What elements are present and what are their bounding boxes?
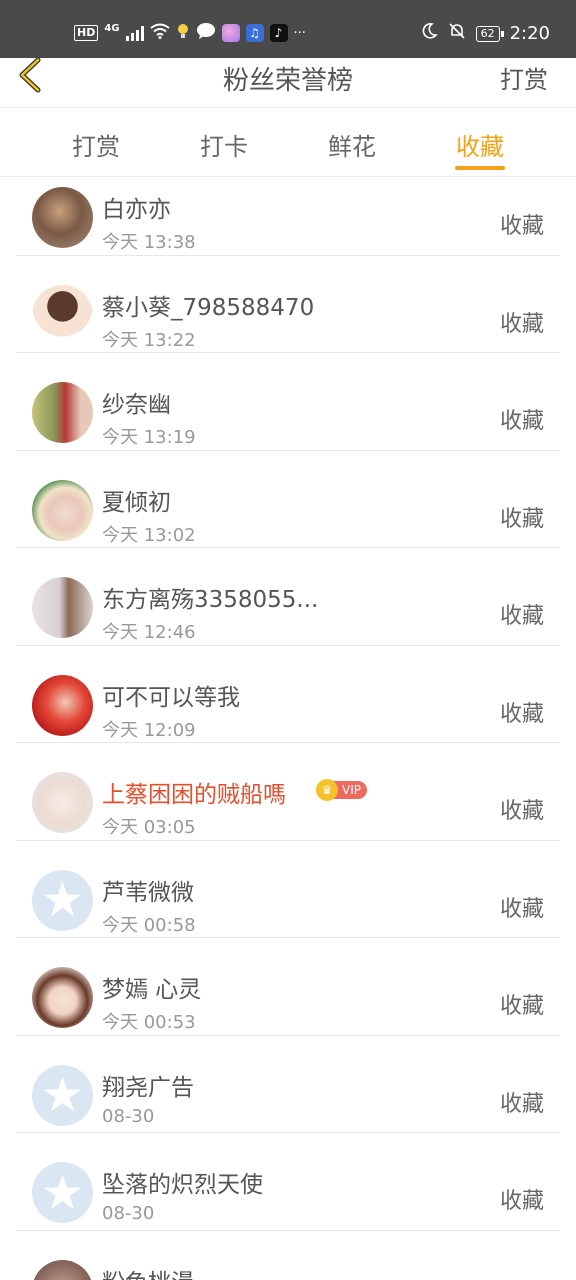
list-item[interactable]: 东方离殇3358055... 今天 12:46 收藏	[16, 548, 560, 646]
music-icon: ♫	[245, 24, 264, 42]
action-label: 收藏	[499, 896, 544, 922]
action-label: 收藏	[499, 214, 544, 239]
crown-icon: ♛	[316, 779, 338, 801]
list-item[interactable]: 上蔡困困的贼船嗎 ♛ VIP 今天 03:05 收藏	[16, 743, 560, 841]
user-name: 粉色桃漫	[102, 1263, 194, 1280]
chat-bubble-icon	[196, 22, 216, 44]
default-avatar-icon: ★	[32, 869, 93, 931]
avatar	[32, 284, 93, 346]
user-name: 东方离殇3358055...	[102, 587, 319, 613]
active-tab-indicator	[455, 166, 505, 170]
list-item[interactable]: 蔡小葵_798588470 今天 13:22 收藏	[16, 256, 560, 353]
favorite-time: 今天 12:46	[102, 622, 196, 643]
user-name: 蔡小葵_798588470	[102, 294, 315, 321]
tab-checkin[interactable]: 打卡	[184, 127, 264, 162]
page-title: 粉丝荣誉榜	[222, 66, 353, 96]
favorite-time: 今天 13:19	[102, 427, 196, 448]
tab-favorites[interactable]: 收藏	[440, 127, 520, 162]
app-header: 粉丝荣誉榜 打赏	[0, 57, 576, 108]
list-item[interactable]: 粉色桃漫 收藏	[16, 1231, 560, 1280]
bell-muted-icon	[448, 22, 466, 45]
avatar	[32, 382, 93, 443]
tab-tip[interactable]: 打赏	[56, 127, 136, 162]
action-label: 收藏	[499, 311, 544, 337]
user-name: 纱奈幽	[102, 392, 171, 418]
avatar	[32, 772, 93, 833]
list-item[interactable]: ★ 翔尧广告 08-30 收藏	[16, 1036, 560, 1133]
list-item[interactable]: ★ 芦苇微微 今天 00:58 收藏	[16, 841, 560, 938]
avatar	[32, 577, 93, 638]
tab-flowers[interactable]: 鲜花	[312, 127, 392, 162]
avatar	[32, 479, 93, 541]
app-icon-gallery	[221, 24, 240, 42]
action-label: 收藏	[499, 1189, 544, 1214]
favorite-time: 今天 13:38	[102, 232, 196, 253]
list-item[interactable]: 白亦亦 今天 13:38 收藏	[16, 178, 560, 256]
user-name: 坠落的炽烈天使	[102, 1172, 263, 1198]
user-name: 上蔡困困的贼船嗎	[102, 782, 286, 808]
clock: 2:20	[509, 23, 550, 44]
avatar	[32, 187, 93, 248]
list-item[interactable]: 可不可以等我 今天 12:09 收藏	[16, 646, 560, 743]
status-left-icons: HD 4G ♫ ♪ ···	[74, 22, 306, 44]
favorite-time: 08-30	[102, 1105, 155, 1127]
lightbulb-icon	[176, 22, 190, 44]
favorite-time: 08-30	[102, 1203, 155, 1224]
user-name: 可不可以等我	[102, 684, 240, 711]
action-label: 收藏	[499, 701, 544, 727]
user-name: 夏倾初	[102, 489, 171, 516]
avatar	[32, 967, 93, 1028]
status-bar: HD 4G ♫ ♪ ··· 62 2:20	[0, 0, 576, 58]
action-label: 收藏	[499, 1091, 544, 1117]
list-item[interactable]: 纱奈幽 今天 13:19 收藏	[16, 353, 560, 451]
default-avatar-icon: ★	[32, 1064, 93, 1126]
battery-indicator: 62	[475, 25, 504, 42]
user-name: 芦苇微微	[102, 879, 194, 906]
avatar	[32, 674, 93, 736]
tip-button[interactable]: 打赏	[500, 60, 548, 95]
favorite-time: 今天 13:22	[102, 329, 196, 351]
favorite-time: 今天 00:53	[102, 1012, 196, 1033]
status-right-icons: 62 2:20	[420, 22, 550, 45]
list-item[interactable]: ★ 坠落的炽烈天使 08-30 收藏	[16, 1133, 560, 1231]
user-name: 翔尧广告	[102, 1074, 194, 1101]
hd-indicator: HD	[74, 25, 99, 41]
wifi-icon	[149, 23, 170, 43]
action-label: 收藏	[499, 799, 544, 824]
action-label: 收藏	[499, 409, 544, 434]
favorite-time: 今天 12:09	[102, 719, 196, 741]
tiktok-icon: ♪	[269, 24, 288, 42]
user-name: 白亦亦	[102, 197, 171, 223]
moon-icon	[420, 22, 438, 45]
favorite-time: 今天 13:02	[102, 524, 196, 546]
favorite-time: 今天 00:58	[102, 914, 196, 936]
list-item[interactable]: 夏倾初 今天 13:02 收藏	[16, 451, 560, 548]
signal-icon	[125, 25, 144, 41]
list-item[interactable]: 梦嫣 心灵 今天 00:53 收藏	[16, 938, 560, 1036]
favorite-time: 今天 03:05	[102, 817, 196, 838]
action-label: 收藏	[499, 506, 544, 532]
network-type: 4G	[104, 22, 120, 34]
action-label: 收藏	[499, 994, 544, 1019]
default-avatar-icon: ★	[32, 1162, 93, 1223]
fan-list: 白亦亦 今天 13:38 收藏 蔡小葵_798588470 今天 13:22 收…	[0, 178, 576, 1280]
vip-badge: ♛ VIP	[316, 779, 367, 801]
user-name: 梦嫣 心灵	[102, 977, 202, 1003]
action-label: 收藏	[499, 604, 544, 629]
more-notifications-icon: ···	[293, 25, 306, 41]
avatar	[32, 1259, 93, 1280]
